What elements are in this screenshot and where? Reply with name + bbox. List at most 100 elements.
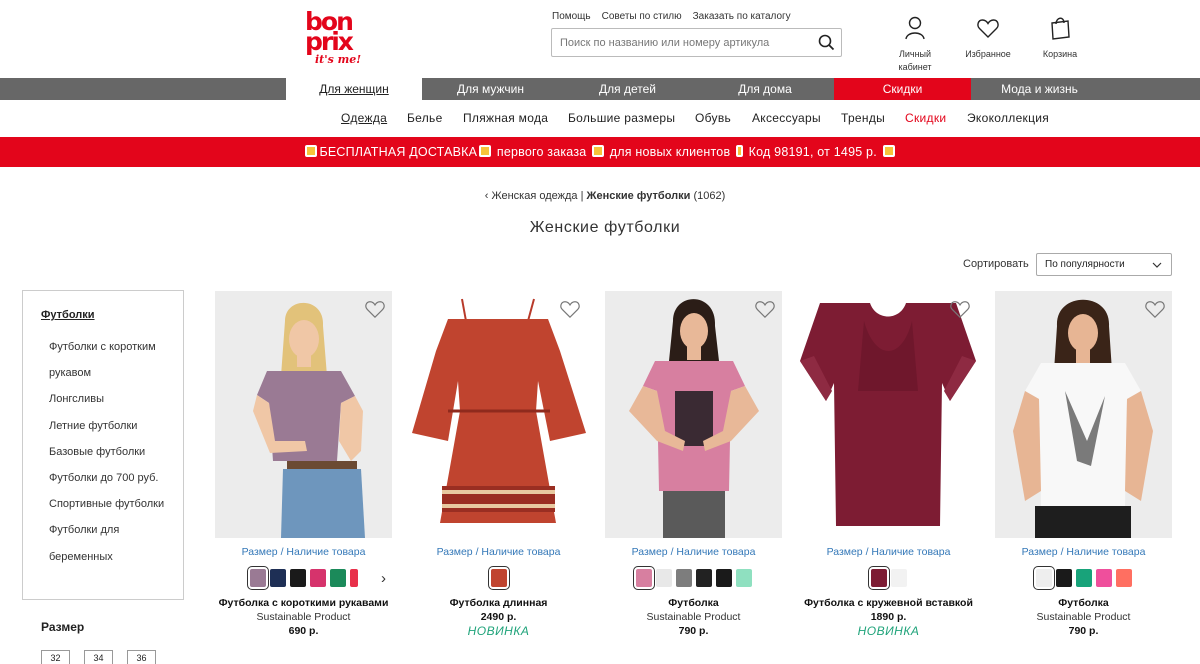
- size-option[interactable]: 34: [84, 650, 113, 664]
- color-swatch[interactable]: [309, 569, 326, 587]
- tab-men[interactable]: Для мужчин: [422, 78, 559, 100]
- product-price: 790 р.: [1068, 625, 1099, 637]
- color-swatch[interactable]: [1055, 569, 1072, 587]
- color-swatch[interactable]: [655, 569, 672, 587]
- subcategory-summer[interactable]: Летние футболки: [49, 413, 174, 439]
- product-image[interactable]: [410, 291, 587, 538]
- color-swatch[interactable]: [289, 569, 306, 587]
- favorite-heart-icon[interactable]: [949, 299, 971, 319]
- product-image[interactable]: [215, 291, 392, 538]
- color-swatch[interactable]: [715, 569, 732, 587]
- help-link[interactable]: Помощь: [552, 11, 591, 22]
- size-availability-link[interactable]: Размер / Наличие товара: [605, 546, 782, 558]
- heart-icon: [977, 19, 999, 38]
- subnav-sale[interactable]: Скидки: [905, 111, 946, 125]
- gift-icon: [305, 145, 318, 157]
- cart-button[interactable]: Корзина: [1025, 16, 1095, 61]
- color-swatch[interactable]: [1032, 566, 1055, 590]
- promo-new-clients: для новых клиентов: [606, 145, 734, 159]
- tab-kids[interactable]: Для детей: [559, 78, 696, 100]
- size-availability-link[interactable]: Размер / Наличие товара: [215, 546, 392, 558]
- size-availability-link[interactable]: Размер / Наличие товара: [995, 546, 1172, 558]
- breadcrumb-parent-link[interactable]: ‹ Женская одежда: [485, 190, 578, 202]
- tab-women[interactable]: Для женщин: [286, 78, 422, 100]
- size-availability-link[interactable]: Размер / Наличие товара: [410, 546, 587, 558]
- shopping-bag-icon: [1051, 17, 1070, 40]
- color-swatch[interactable]: [349, 569, 358, 587]
- subcategory-under-700[interactable]: Футболки до 700 руб.: [49, 465, 174, 491]
- color-swatch[interactable]: [632, 566, 655, 590]
- catalog-order-link[interactable]: Заказать по каталогу: [693, 11, 791, 22]
- gift-icon: [479, 145, 492, 157]
- product-card: Размер / Наличие товара Футболка длинная…: [410, 291, 587, 638]
- size-option[interactable]: 36: [127, 650, 156, 664]
- product-photo: [800, 303, 976, 526]
- subnav-clothing[interactable]: Одежда: [341, 111, 387, 125]
- search-button[interactable]: [811, 29, 841, 56]
- color-swatch[interactable]: [867, 566, 890, 590]
- color-swatch[interactable]: [487, 566, 510, 590]
- category-tshirts-link[interactable]: Футболки: [41, 309, 95, 321]
- breadcrumb: ‹ Женская одежда | Женские футболки (106…: [0, 190, 1200, 202]
- product-subtitle: Sustainable Product: [1036, 611, 1131, 623]
- color-swatch[interactable]: [675, 569, 692, 587]
- product-image[interactable]: [800, 291, 977, 538]
- product-name[interactable]: Футболка с кружевной вставкой: [800, 597, 977, 609]
- product-card: Размер / Наличие товара Футболка Sustain…: [995, 291, 1172, 637]
- promo-banner[interactable]: БЕСПЛАТНАЯ ДОСТАВКА первого заказа для н…: [0, 137, 1200, 167]
- subcategory-longsleeve[interactable]: Лонгсливы: [49, 386, 174, 412]
- product-price: 2490 р.: [480, 611, 517, 623]
- product-name[interactable]: Футболка длинная: [410, 597, 587, 609]
- style-tips-link[interactable]: Советы по стилю: [602, 11, 682, 22]
- color-swatch[interactable]: [246, 566, 269, 590]
- subnav-eco[interactable]: Экоколлекция: [967, 111, 1049, 125]
- color-swatch[interactable]: [890, 569, 907, 587]
- account-button[interactable]: Личный кабинет: [880, 16, 950, 74]
- product-name[interactable]: Футболка: [995, 597, 1172, 609]
- favorites-button[interactable]: Избранное: [953, 16, 1023, 61]
- subcategory-basic[interactable]: Базовые футболки: [49, 439, 174, 465]
- subnav-accessories[interactable]: Аксессуары: [752, 111, 821, 125]
- size-availability-link[interactable]: Размер / Наличие товара: [800, 546, 977, 558]
- tab-women-label: Для женщин: [319, 82, 389, 96]
- gift-icon: [592, 145, 605, 157]
- subnav-trends[interactable]: Тренды: [841, 111, 885, 125]
- product-name[interactable]: Футболка с короткими рукавами: [215, 597, 392, 609]
- subcategory-short-sleeve[interactable]: Футболки с коротким рукавом: [49, 334, 174, 386]
- favorite-heart-icon[interactable]: [1144, 299, 1166, 319]
- product-image[interactable]: [605, 291, 782, 538]
- tab-sale[interactable]: Скидки: [834, 78, 971, 100]
- subnav-plus-size[interactable]: Большие размеры: [568, 111, 675, 125]
- search-input[interactable]: [552, 29, 811, 56]
- product-name[interactable]: Футболка: [605, 597, 782, 609]
- color-swatch[interactable]: [735, 569, 752, 587]
- color-swatch[interactable]: [329, 569, 346, 587]
- product-card: Размер / Наличие товара Футболка Sustain…: [605, 291, 782, 637]
- sort-label: Сортировать: [963, 258, 1029, 270]
- subcategory-sport[interactable]: Спортивные футболки: [49, 491, 174, 517]
- new-badge: НОВИНКА: [467, 624, 530, 638]
- subcategory-maternity[interactable]: Футболки для беременных: [49, 517, 174, 569]
- color-swatch[interactable]: [1075, 569, 1092, 587]
- chevron-right-icon[interactable]: ›: [381, 570, 386, 587]
- size-option[interactable]: 32: [41, 650, 70, 664]
- bonprix-logo[interactable]: bon prix it's me!: [305, 9, 365, 68]
- search-icon: [818, 34, 834, 51]
- color-swatch[interactable]: [1095, 569, 1112, 587]
- tab-home[interactable]: Для дома: [696, 78, 834, 100]
- subnav-beachwear[interactable]: Пляжная мода: [463, 111, 548, 125]
- color-swatches: [605, 566, 782, 590]
- subnav-shoes[interactable]: Обувь: [695, 111, 731, 125]
- tab-fashion-life[interactable]: Мода и жизнь: [971, 78, 1108, 100]
- product-image[interactable]: [995, 291, 1172, 538]
- sort-selected-value: По популярности: [1045, 259, 1125, 270]
- favorite-heart-icon[interactable]: [559, 299, 581, 319]
- favorite-heart-icon[interactable]: [754, 299, 776, 319]
- color-swatch[interactable]: [1115, 569, 1132, 587]
- favorite-heart-icon[interactable]: [364, 299, 386, 319]
- product-photo: [215, 291, 392, 538]
- color-swatch[interactable]: [269, 569, 286, 587]
- subnav-lingerie[interactable]: Белье: [407, 111, 443, 125]
- color-swatch[interactable]: [695, 569, 712, 587]
- sort-dropdown[interactable]: По популярности: [1036, 253, 1172, 276]
